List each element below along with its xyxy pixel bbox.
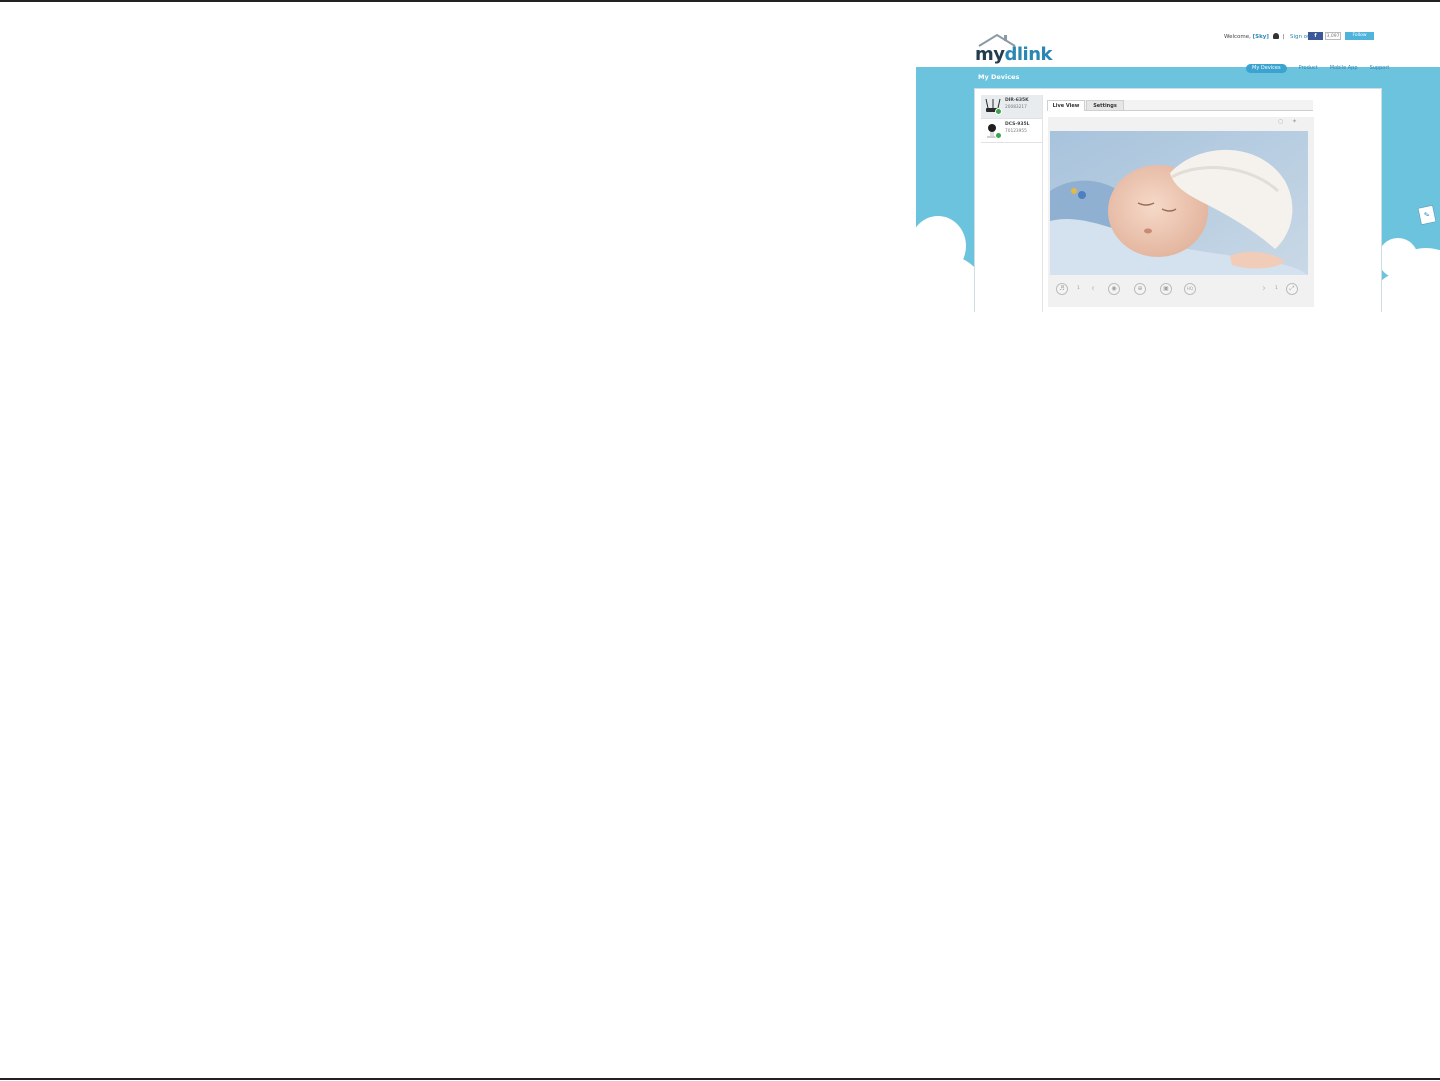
feedback-tab-icon[interactable]: ✎ (1417, 204, 1437, 226)
live-view-area: ○ ✦ ♬ 1 ‹ ◉ ⊕ ▣ HQ › 1 ⤢ (1048, 117, 1314, 307)
facebook-like-button[interactable]: f Like (1308, 32, 1323, 47)
light-bulb-icon[interactable]: ○ (1278, 119, 1284, 125)
right-counter: 1 (1275, 286, 1278, 291)
user-icon (1272, 33, 1279, 39)
device-panel: DIR-635K 20083217 DCS-935L 70123955 Live… (974, 88, 1382, 312)
online-status-icon (995, 132, 1002, 139)
zoom-icon[interactable]: ⊕ (1134, 283, 1146, 295)
nav-my-devices[interactable]: My Devices (1246, 64, 1287, 73)
device-id: 20083217 (1005, 105, 1027, 110)
prev-icon[interactable]: ‹ (1091, 283, 1095, 295)
snapshot-icon[interactable]: ◉ (1108, 283, 1120, 295)
facebook-like-count: 3,097 (1325, 32, 1341, 40)
page-top-rule (0, 0, 1440, 2)
twitter-follow-button[interactable]: Follow (1345, 32, 1374, 40)
camera-tabs: Live View Settings (1047, 100, 1313, 111)
mydlink-screenshot: mydlink Welcome, [Sky] | Sign out f Like… (916, 30, 1440, 312)
main-nav: My Devices Product Mobile App Support (1246, 54, 1389, 73)
username[interactable]: [Sky] (1253, 34, 1269, 40)
record-icon[interactable]: ▣ (1160, 283, 1172, 295)
online-status-icon (995, 108, 1002, 115)
divider: | (1282, 34, 1285, 40)
left-counter: 1 (1077, 286, 1080, 291)
device-item-camera[interactable]: DCS-935L 70123955 (981, 119, 1042, 143)
nav-support[interactable]: Support (1370, 64, 1390, 73)
device-list: DIR-635K 20083217 DCS-935L 70123955 (981, 95, 1043, 312)
account-bar: Welcome, [Sky] | Sign out (1224, 33, 1313, 40)
device-item-router[interactable]: DIR-635K 20083217 (981, 95, 1042, 119)
page-bottom-rule (0, 1078, 1440, 1080)
hd-icon[interactable]: HQ (1184, 283, 1196, 295)
nav-mobile-app[interactable]: Mobile App (1330, 64, 1358, 73)
welcome-text: Welcome, (1224, 34, 1251, 40)
device-name: DIR-635K (1005, 98, 1029, 103)
tab-settings[interactable]: Settings (1086, 100, 1124, 110)
next-icon[interactable]: › (1262, 283, 1266, 295)
device-id: 70123955 (1005, 129, 1027, 134)
device-name: DCS-935L (1005, 122, 1030, 127)
nav-product[interactable]: Product (1299, 64, 1318, 73)
mydlink-logo[interactable]: mydlink (975, 44, 1053, 65)
fullscreen-icon[interactable]: ⤢ (1286, 283, 1298, 295)
volume-icon[interactable]: ♬ (1056, 283, 1068, 295)
playback-controls: ♬ 1 ‹ ◉ ⊕ ▣ HQ › 1 ⤢ (1050, 277, 1308, 301)
camera-video-feed[interactable] (1050, 131, 1308, 275)
pin-icon[interactable]: ✦ (1292, 119, 1298, 125)
page-title: My Devices (978, 73, 1020, 81)
tab-live-view[interactable]: Live View (1047, 100, 1085, 111)
